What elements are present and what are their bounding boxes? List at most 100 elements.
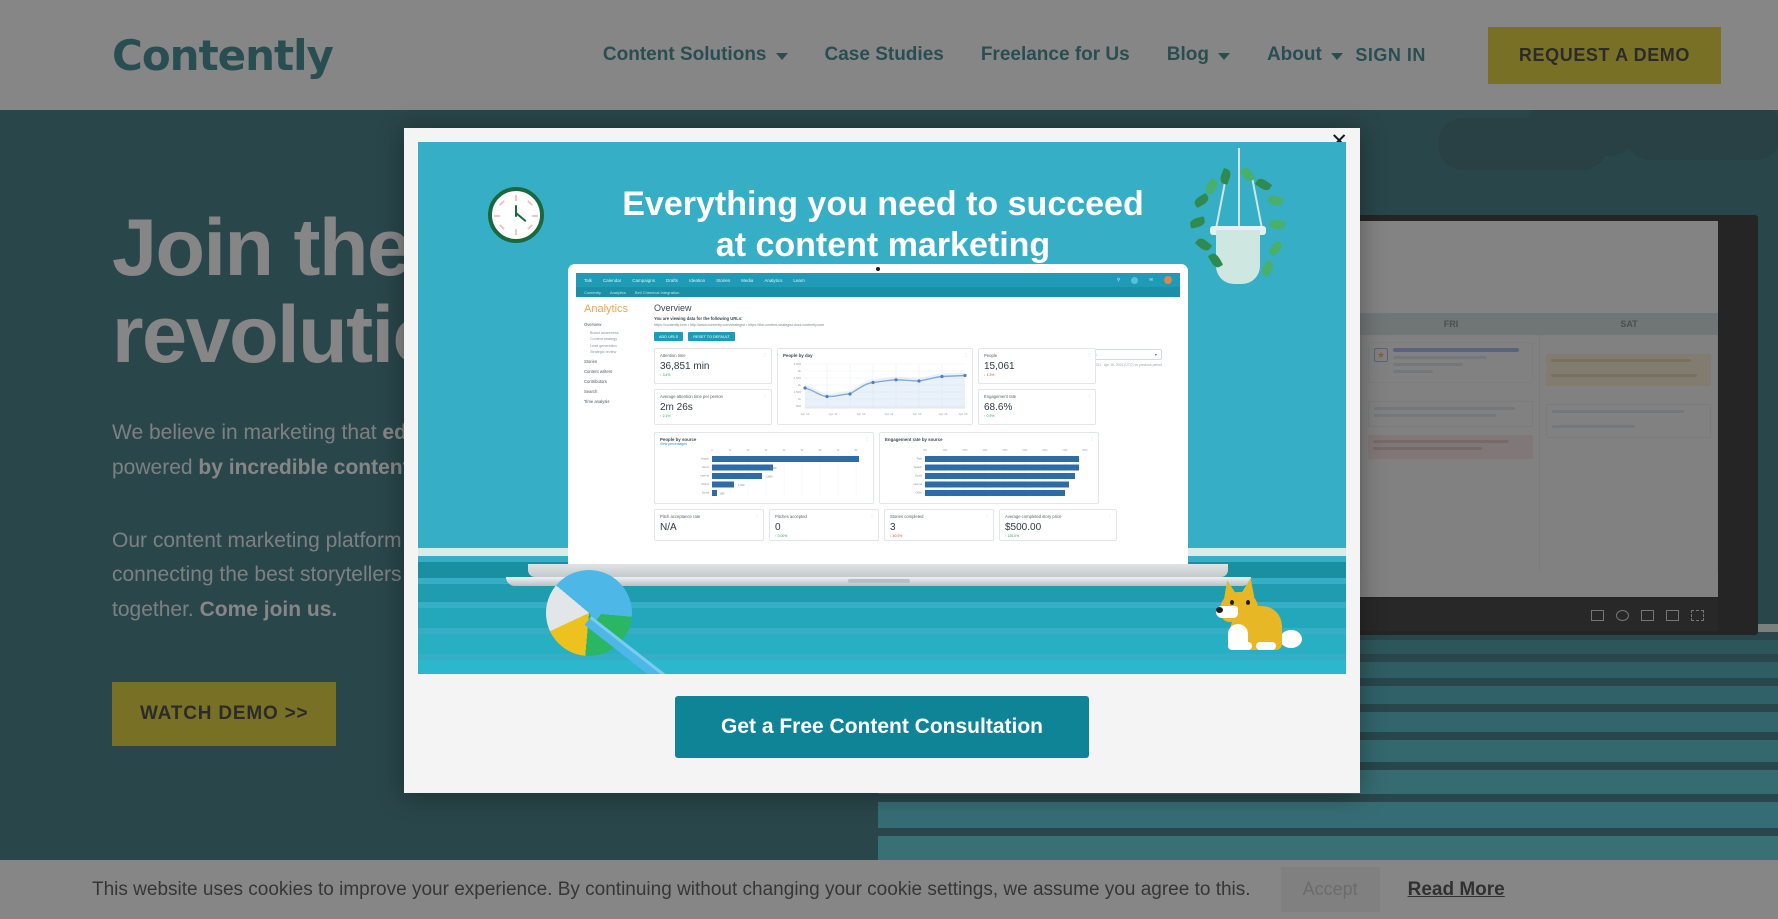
card-menu-icon[interactable]: ⋮ (870, 513, 874, 518)
card-menu-icon[interactable]: ⋮ (1087, 352, 1091, 357)
metric-delta: ↑ 125.0% (1005, 534, 1020, 538)
svg-text:Paid: Paid (917, 457, 923, 461)
dash-nav-talk[interactable]: Talk (584, 278, 592, 283)
reset-default-button[interactable]: RESET TO DEFAULT (688, 332, 735, 341)
laptop-camera (876, 267, 880, 271)
card-menu-icon[interactable]: ⋮ (763, 393, 767, 398)
sidebar-item-search[interactable]: Search (584, 389, 648, 394)
clock-tick (527, 224, 533, 230)
overview-buttons: ADD URLS RESET TO DEFAULT (654, 332, 1172, 341)
laptop-notch (847, 579, 910, 583)
svg-text:7k: 7k (837, 448, 840, 452)
sidebar-item-stories[interactable]: Stories (584, 359, 648, 364)
sidebar-subitem-content-strategy[interactable]: Content strategy (590, 337, 648, 341)
svg-text:5k: 5k (801, 448, 804, 452)
corgi-paw (1256, 642, 1276, 650)
modal-title: Everything you need to succeed at conten… (588, 184, 1178, 267)
sidebar-item-content-writers[interactable]: Content writers (584, 369, 648, 374)
clock-tick (532, 215, 538, 217)
get-free-consultation-button[interactable]: Get a Free Content Consultation (674, 695, 1089, 758)
dash-nav-analytics[interactable]: Analytics (764, 278, 782, 283)
svg-text:3,400: 3,400 (770, 466, 777, 470)
hanging-plant-icon (1178, 148, 1298, 288)
breadcrumb-item-contently[interactable]: Contently (584, 290, 601, 295)
sidebar-subitem-lead-generation[interactable]: Lead generation (590, 344, 648, 348)
add-icon[interactable] (1131, 276, 1139, 284)
sidebar-subitem-strategic-review[interactable]: Strategic review (590, 350, 648, 354)
clock-tick (515, 195, 517, 201)
svg-text:2k: 2k (747, 448, 750, 452)
card-menu-icon[interactable]: ⋮ (964, 352, 968, 357)
chevron-down-icon: ▾ (1154, 352, 1157, 357)
metric-title: Average completed story price (1005, 514, 1062, 519)
card-menu-icon[interactable]: ⋮ (865, 436, 869, 441)
plant-pot (1216, 230, 1260, 284)
promo-modal: ✕ Everything you need to succeed at cont… (404, 128, 1360, 793)
add-urls-button[interactable]: ADD URLS (654, 332, 684, 341)
sidebar-item-overview[interactable]: Overview (584, 322, 648, 327)
corgi-eye-right (1246, 600, 1250, 605)
svg-text:Social: Social (702, 491, 709, 495)
metrics-row: ⋮ Attention time 36,851 min ↑ 3.4% ⋮ Ave… (654, 348, 1172, 425)
dash-nav-stories[interactable]: Stories (716, 278, 730, 283)
dashboard-breadcrumb: Contently Analytics Bell Chemical Integr… (576, 287, 1180, 297)
metric-title: Stories completed (890, 514, 924, 519)
search-icon[interactable]: ⚲ (1117, 277, 1120, 283)
dash-nav-ideation[interactable]: Ideation (689, 278, 705, 283)
card-menu-icon[interactable]: ⋮ (755, 513, 759, 518)
metric-card-stories-completed: ⋮ Stories completed 3 ↓ 40.0% (884, 509, 994, 541)
modal-title-line-2: at content marketing (715, 226, 1051, 265)
overview-urls: https://contently.com • http://www.conte… (654, 323, 825, 327)
card-menu-icon[interactable]: ⋮ (763, 352, 767, 357)
svg-text:4k: 4k (783, 448, 786, 452)
svg-text:60%: 60% (1042, 448, 1048, 452)
svg-text:Apr 13: Apr 13 (885, 412, 894, 416)
chart-title: Engagement rate by source (885, 437, 943, 442)
dash-nav-media[interactable]: Media (741, 278, 753, 283)
card-menu-icon[interactable]: ⋮ (1087, 393, 1091, 398)
breadcrumb-item-analytics[interactable]: Analytics (610, 290, 626, 295)
dash-nav-drafts[interactable]: Drafts (666, 278, 678, 283)
svg-text:3k: 3k (798, 369, 802, 373)
sidebar-item-time-analysis[interactable]: Time analysis (584, 399, 648, 404)
dash-nav-calendar[interactable]: Calendar (603, 278, 621, 283)
plant-leaf (1259, 259, 1276, 278)
modal-footer: Get a Free Content Consultation (418, 674, 1346, 779)
clock-tick (499, 224, 505, 230)
card-menu-icon[interactable]: ⋮ (1090, 436, 1094, 441)
plant-leaf (1266, 193, 1285, 208)
card-menu-icon[interactable]: ⋮ (1108, 513, 1112, 518)
metric-value: 3 (890, 522, 896, 533)
svg-text:20%: 20% (962, 448, 968, 452)
svg-text:Apr 11: Apr 11 (829, 412, 838, 416)
avatar[interactable] (1164, 276, 1172, 284)
plant-leaf (1266, 240, 1285, 257)
chart-people-by-source: ⋮ People by source View percentages 0 1k … (654, 432, 874, 504)
clock-tick (527, 200, 533, 206)
svg-text:50%: 50% (1022, 448, 1028, 452)
svg-text:2,800: 2,800 (766, 475, 773, 479)
dash-nav-campaigns[interactable]: Campaigns (632, 278, 655, 283)
card-menu-icon[interactable]: ⋮ (985, 513, 989, 518)
svg-text:0%: 0% (923, 448, 927, 452)
svg-text:3k: 3k (765, 448, 768, 452)
breadcrumb-item-project[interactable]: Bell Chemical Integration (635, 290, 679, 295)
svg-text:1,500: 1,500 (793, 390, 801, 394)
dash-nav-learn[interactable]: Learn (793, 278, 805, 283)
notifications-icon[interactable]: ✉ (1149, 277, 1153, 283)
metric-card-attention-time: ⋮ Attention time 36,851 min ↑ 3.4% (654, 348, 772, 384)
svg-text:10%: 10% (942, 448, 948, 452)
metric-value: 0 (775, 522, 781, 533)
laptop-illustration: Talk Calendar Campaigns Drafts Ideation … (506, 264, 1251, 586)
clock-icon (488, 187, 544, 243)
metric-delta: ↓ 1.3% (984, 373, 995, 377)
dashboard-main: Overview You are viewing data for the fo… (648, 303, 1172, 541)
sidebar-subitem-brand-awareness[interactable]: Brand awareness (590, 331, 648, 335)
metric-title: Attention time (660, 353, 686, 358)
svg-text:Apr 14: Apr 14 (913, 412, 922, 416)
metric-card-pitches-accepted: ⋮ Pitches accepted 0 ↑ 0.00% (769, 509, 879, 541)
svg-text:2k: 2k (798, 383, 802, 387)
clock-tick (515, 229, 517, 235)
sidebar-item-contributors[interactable]: Contributors (584, 379, 648, 384)
corgi-paw (1234, 642, 1252, 650)
